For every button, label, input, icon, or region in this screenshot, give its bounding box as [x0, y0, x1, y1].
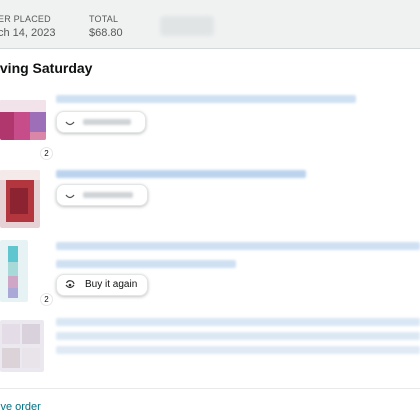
product-title-line[interactable] — [56, 318, 420, 326]
order-header: ER PLACED ch 14, 2023 TOTAL $68.80 — [0, 0, 420, 49]
delivery-status: iving Saturday — [0, 60, 93, 76]
footer-divider — [0, 388, 420, 389]
ship-to-blurred[interactable] — [160, 16, 214, 36]
buy-it-again-button[interactable]: Buy it again — [56, 274, 148, 296]
order-placed-label: ER PLACED — [0, 14, 51, 24]
product-title[interactable] — [56, 170, 306, 178]
product-image[interactable] — [0, 240, 28, 302]
total-value: $68.80 — [89, 27, 123, 39]
action-label-blurred — [83, 192, 133, 198]
archive-order-link[interactable]: ive order — [0, 401, 41, 413]
item-action-button[interactable] — [56, 111, 146, 133]
order-placed-date: ch 14, 2023 — [0, 27, 56, 39]
quantity-badge: 2 — [41, 148, 52, 159]
product-image[interactable] — [0, 100, 46, 140]
product-image[interactable] — [0, 320, 44, 372]
buy-it-again-label: Buy it again — [85, 279, 138, 290]
product-title-line[interactable] — [56, 242, 420, 250]
product-title-line[interactable] — [56, 260, 236, 268]
product-title-line[interactable] — [56, 346, 420, 354]
smile-icon — [65, 121, 75, 126]
quantity-badge: 2 — [41, 294, 52, 305]
buy-again-icon — [65, 280, 75, 289]
product-image[interactable] — [0, 170, 40, 228]
total-label: TOTAL — [89, 14, 119, 24]
product-title-line[interactable] — [56, 332, 420, 340]
smile-icon — [65, 194, 75, 199]
action-label-blurred — [83, 119, 131, 125]
item-action-button[interactable] — [56, 184, 148, 206]
product-title[interactable] — [56, 95, 356, 103]
